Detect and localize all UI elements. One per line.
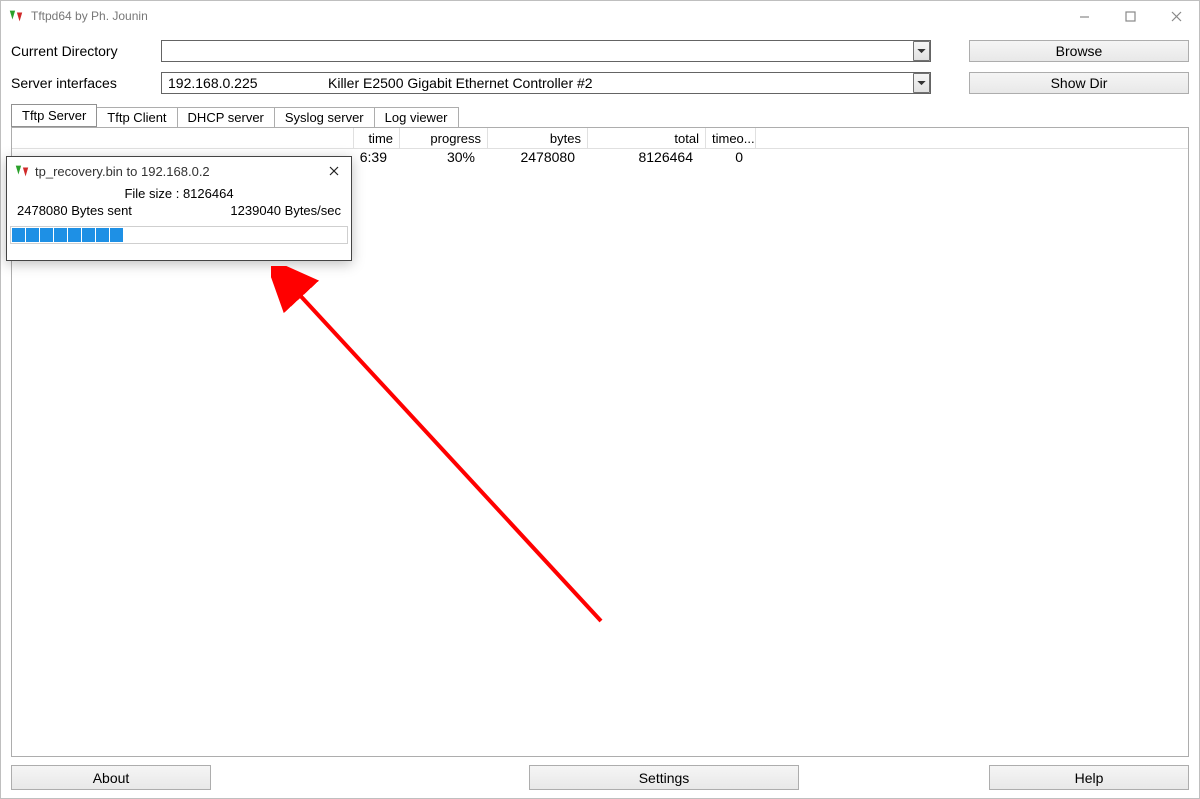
settings-button[interactable]: Settings bbox=[529, 765, 799, 790]
dropdown-icon[interactable] bbox=[913, 73, 930, 93]
browse-button[interactable]: Browse bbox=[969, 40, 1189, 62]
tab-log-viewer[interactable]: Log viewer bbox=[374, 107, 459, 127]
titlebar: Tftpd64 by Ph. Jounin bbox=[1, 1, 1199, 31]
col-progress[interactable]: progress bbox=[400, 128, 488, 148]
transfer-popup: tp_recovery.bin to 192.168.0.2 File size… bbox=[6, 156, 352, 261]
help-button[interactable]: Help bbox=[989, 765, 1189, 790]
window-title: Tftpd64 by Ph. Jounin bbox=[31, 9, 148, 23]
cell-time: 6:39 bbox=[347, 149, 393, 170]
cell-bytes: 2478080 bbox=[481, 149, 581, 170]
minimize-button[interactable] bbox=[1061, 1, 1107, 31]
popup-filesize: File size : 8126464 bbox=[17, 186, 341, 201]
popup-close-button[interactable] bbox=[321, 160, 347, 182]
current-directory-combo[interactable] bbox=[161, 40, 931, 62]
current-directory-label: Current Directory bbox=[11, 43, 161, 59]
close-button[interactable] bbox=[1153, 1, 1199, 31]
cell-timeouts: 0 bbox=[699, 149, 749, 170]
server-interfaces-label: Server interfaces bbox=[11, 75, 161, 91]
top-form: Current Directory Browse Server interfac… bbox=[1, 31, 1199, 105]
app-icon bbox=[7, 8, 25, 24]
tab-tftp-server[interactable]: Tftp Server bbox=[11, 104, 97, 127]
dropdown-icon[interactable] bbox=[913, 41, 930, 61]
col-bytes[interactable]: bytes bbox=[488, 128, 588, 148]
server-interfaces-combo[interactable]: 192.168.0.225 Killer E2500 Gigabit Ether… bbox=[161, 72, 931, 94]
tab-strip: Tftp Server Tftp Client DHCP server Sysl… bbox=[1, 105, 1199, 127]
app-icon bbox=[13, 163, 31, 179]
maximize-button[interactable] bbox=[1107, 1, 1153, 31]
current-directory-input[interactable] bbox=[162, 41, 913, 61]
about-button[interactable]: About bbox=[11, 765, 211, 790]
bottom-bar: About Settings Help bbox=[1, 757, 1199, 798]
col-total[interactable]: total bbox=[588, 128, 706, 148]
popup-speed: 1239040 Bytes/sec bbox=[230, 203, 341, 218]
popup-title-text: tp_recovery.bin to 192.168.0.2 bbox=[35, 164, 321, 179]
popup-bytes-sent: 2478080 Bytes sent bbox=[17, 203, 132, 218]
show-dir-button[interactable]: Show Dir bbox=[969, 72, 1189, 94]
col-timeouts[interactable]: timeo... bbox=[706, 128, 756, 148]
tab-dhcp-server[interactable]: DHCP server bbox=[177, 107, 275, 127]
list-header: time progress bytes total timeo... bbox=[12, 128, 1188, 149]
tab-syslog-server[interactable]: Syslog server bbox=[274, 107, 375, 127]
tab-tftp-client[interactable]: Tftp Client bbox=[96, 107, 177, 127]
app-window: Tftpd64 by Ph. Jounin Current Directory bbox=[0, 0, 1200, 799]
interface-ip: 192.168.0.225 bbox=[168, 75, 328, 91]
col-time[interactable]: time bbox=[354, 128, 400, 148]
window-controls bbox=[1061, 1, 1199, 31]
cell-progress: 30% bbox=[393, 149, 481, 170]
popup-progress-bar bbox=[10, 226, 348, 244]
cell-total: 8126464 bbox=[581, 149, 699, 170]
interface-name: Killer E2500 Gigabit Ethernet Controller… bbox=[328, 75, 593, 91]
